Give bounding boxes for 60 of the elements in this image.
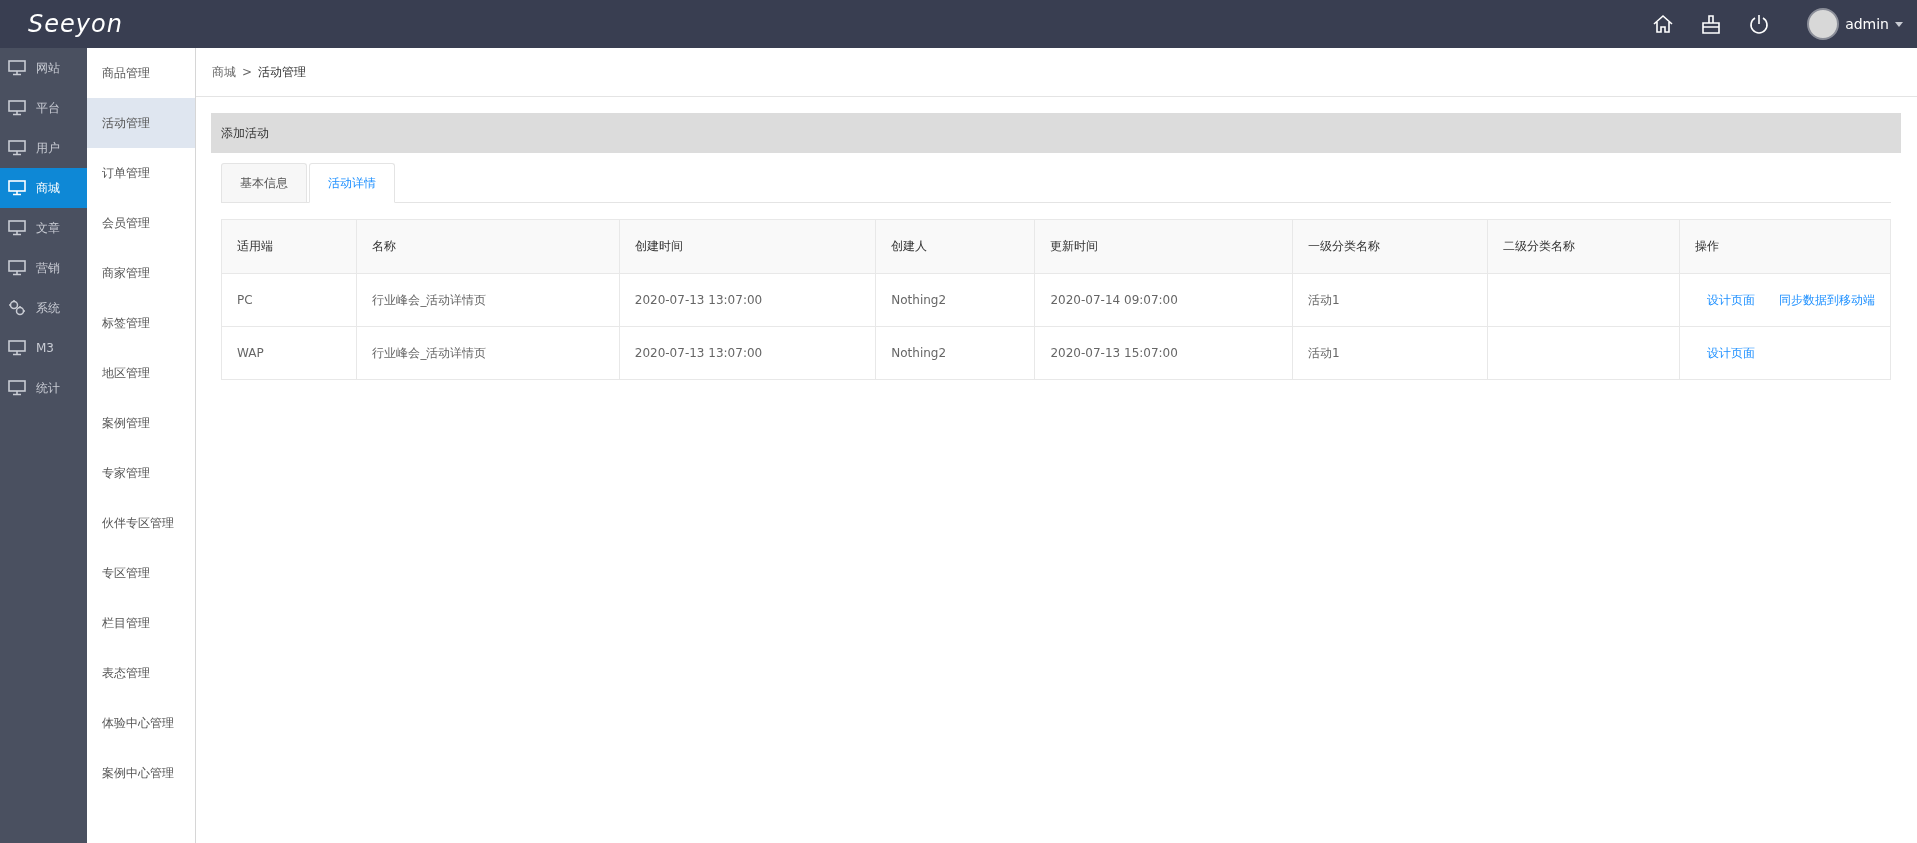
user-menu[interactable]: admin [1845, 16, 1903, 32]
nav-label: 文章 [36, 219, 60, 237]
logo: Seeyon [28, 12, 123, 36]
monitor-icon [8, 100, 26, 116]
nav-label: 营销 [36, 259, 60, 277]
monitor-icon [8, 340, 26, 356]
monitor-icon [8, 180, 26, 196]
home-icon[interactable] [1652, 13, 1675, 35]
caret-icon [1895, 21, 1903, 27]
table-cell: Nothing2 [875, 273, 1035, 327]
nav-item[interactable]: 营销 [0, 248, 87, 288]
avatar[interactable] [1807, 8, 1840, 40]
column-header: 二级分类名称 [1487, 219, 1680, 274]
cogs-icon [8, 299, 26, 317]
column-header: 一级分类名称 [1292, 219, 1488, 274]
table-cell: 2020-07-13 15:07:00 [1034, 326, 1293, 380]
nav-label: 统计 [36, 379, 60, 397]
nav-item[interactable]: 平台 [0, 88, 87, 128]
table-cell: Nothing2 [875, 326, 1035, 380]
nav-item[interactable]: 网站 [0, 48, 87, 88]
tab[interactable]: 基本信息 [221, 163, 307, 202]
nav-label: 系统 [36, 299, 60, 317]
column-header: 更新时间 [1034, 219, 1293, 274]
nav-item[interactable]: 统计 [0, 368, 87, 408]
column-header: 创建时间 [619, 219, 876, 274]
nav-item[interactable]: M3 [0, 328, 87, 368]
column-header: 操作 [1679, 219, 1891, 274]
breadcrumb-item: 商城 [212, 63, 236, 81]
column-header: 创建人 [875, 219, 1035, 274]
nav-item[interactable]: 文章 [0, 208, 87, 248]
nav-item[interactable]: 系统 [0, 288, 87, 328]
submenu-item[interactable]: 活动管理 [87, 98, 195, 148]
nav-label: 网站 [36, 59, 60, 77]
nav-item[interactable]: 商城 [0, 168, 87, 208]
nav-label: 平台 [36, 99, 60, 117]
nav-label: 用户 [36, 139, 60, 157]
table-cell: 行业峰会_活动详情页 [357, 273, 620, 327]
nav-item[interactable]: 用户 [0, 128, 87, 168]
toolbox-icon[interactable] [1700, 13, 1723, 35]
table-cell: 活动1 [1292, 273, 1488, 327]
table-cell: 2020-07-14 09:07:00 [1034, 273, 1293, 327]
power-icon[interactable] [1748, 13, 1771, 35]
monitor-icon [8, 380, 26, 396]
table-cell: 2020-07-13 13:07:00 [619, 273, 876, 327]
table-cell: PC [221, 273, 357, 327]
breadcrumb-item: 活动管理 [258, 63, 307, 81]
monitor-icon [8, 260, 26, 276]
table-cell: 2020-07-13 13:07:00 [619, 326, 876, 380]
nav-label: M3 [36, 341, 54, 355]
table-cell: 活动1 [1292, 326, 1488, 380]
breadcrumb-item: > [242, 65, 253, 79]
nav-label: 商城 [36, 179, 60, 197]
column-header: 适用端 [221, 219, 357, 274]
table-cell: 行业峰会_活动详情页 [357, 326, 620, 380]
monitor-icon [8, 60, 26, 76]
column-header: 名称 [357, 219, 620, 274]
table-cell: WAP [221, 326, 357, 380]
panel-title: 添加活动 [211, 113, 1901, 153]
monitor-icon [8, 220, 26, 236]
monitor-icon [8, 140, 26, 156]
